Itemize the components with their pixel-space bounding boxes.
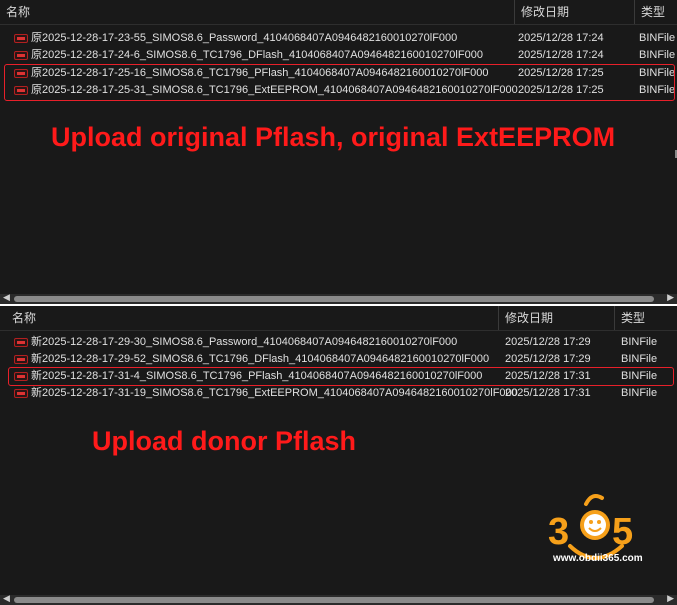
- file-date: 2025/12/28 17:29: [505, 353, 591, 365]
- file-name: 原2025-12-28-17-24-6_SIMOS8.6_TC1796_DFla…: [31, 49, 483, 61]
- column-header-name[interactable]: 名称: [0, 0, 514, 24]
- horizontal-scrollbar[interactable]: ◀ ▶: [0, 593, 677, 605]
- column-header-date-modified[interactable]: 修改日期: [498, 306, 614, 330]
- logo-digit-5: 5: [612, 511, 633, 553]
- file-date: 2025/12/28 17:24: [518, 49, 604, 61]
- file-type: BINFile: [639, 32, 676, 44]
- file-row[interactable]: 新2025-12-28-17-29-30_SIMOS8.6_Password_4…: [0, 334, 677, 351]
- file-type: BINFile: [621, 387, 658, 399]
- logo-digit-3: 3: [548, 511, 569, 553]
- file-row[interactable]: 新2025-12-28-17-31-19_SIMOS8.6_TC1796_Ext…: [0, 385, 677, 402]
- highlight-box-donor-pflash: [8, 367, 674, 386]
- scroll-right-icon[interactable]: ▶: [667, 593, 674, 604]
- file-date: 2025/12/28 17:31: [505, 387, 591, 399]
- file-name: 原2025-12-28-17-23-55_SIMOS8.6_Password_4…: [31, 32, 458, 44]
- scroll-right-icon[interactable]: ▶: [667, 292, 674, 303]
- file-list-pane-original: 名称 修改日期 类型 原2025-12-28-17-23-55_SIMOS8.6…: [0, 0, 677, 304]
- watermark-url: www.obdii365.com: [553, 553, 643, 564]
- file-row[interactable]: 原2025-12-28-17-23-55_SIMOS8.6_Password_4…: [0, 30, 677, 47]
- scrollbar-thumb[interactable]: [14, 597, 654, 603]
- file-type: BINFile: [621, 353, 658, 365]
- bin-file-icon: [14, 51, 28, 60]
- column-header-type[interactable]: 类型: [634, 0, 677, 24]
- scrollbar-thumb[interactable]: [14, 296, 654, 302]
- file-row[interactable]: 新2025-12-28-17-29-52_SIMOS8.6_TC1796_DFl…: [0, 351, 677, 368]
- bin-file-icon: [14, 389, 28, 398]
- bin-file-icon: [14, 34, 28, 43]
- column-header-bar: 名称 修改日期 类型: [0, 306, 677, 331]
- annotation-upload-donor: Upload donor Pflash: [92, 426, 357, 456]
- file-type: BINFile: [621, 336, 658, 348]
- file-date: 2025/12/28 17:24: [518, 32, 604, 44]
- annotation-upload-original: Upload original Pflash, original ExtEEPR…: [51, 122, 616, 152]
- file-name: 新2025-12-28-17-29-52_SIMOS8.6_TC1796_DFl…: [31, 353, 490, 365]
- scroll-left-icon[interactable]: ◀: [3, 593, 10, 604]
- bin-file-icon: [14, 338, 28, 347]
- file-date: 2025/12/28 17:29: [505, 336, 591, 348]
- column-header-date-modified[interactable]: 修改日期: [514, 0, 634, 24]
- column-header-bar: 名称 修改日期 类型: [0, 0, 677, 25]
- column-header-type[interactable]: 类型: [614, 306, 677, 330]
- file-row[interactable]: 原2025-12-28-17-24-6_SIMOS8.6_TC1796_DFla…: [0, 47, 677, 64]
- file-type: BINFile: [639, 49, 676, 61]
- horizontal-scrollbar[interactable]: ◀ ▶: [0, 292, 677, 304]
- file-name: 新2025-12-28-17-31-19_SIMOS8.6_TC1796_Ext…: [31, 387, 518, 399]
- column-header-name[interactable]: 名称: [6, 306, 498, 330]
- bin-file-icon: [14, 355, 28, 364]
- file-name: 新2025-12-28-17-29-30_SIMOS8.6_Password_4…: [31, 336, 458, 348]
- scroll-left-icon[interactable]: ◀: [3, 292, 10, 303]
- highlight-box-original-files: [4, 64, 675, 101]
